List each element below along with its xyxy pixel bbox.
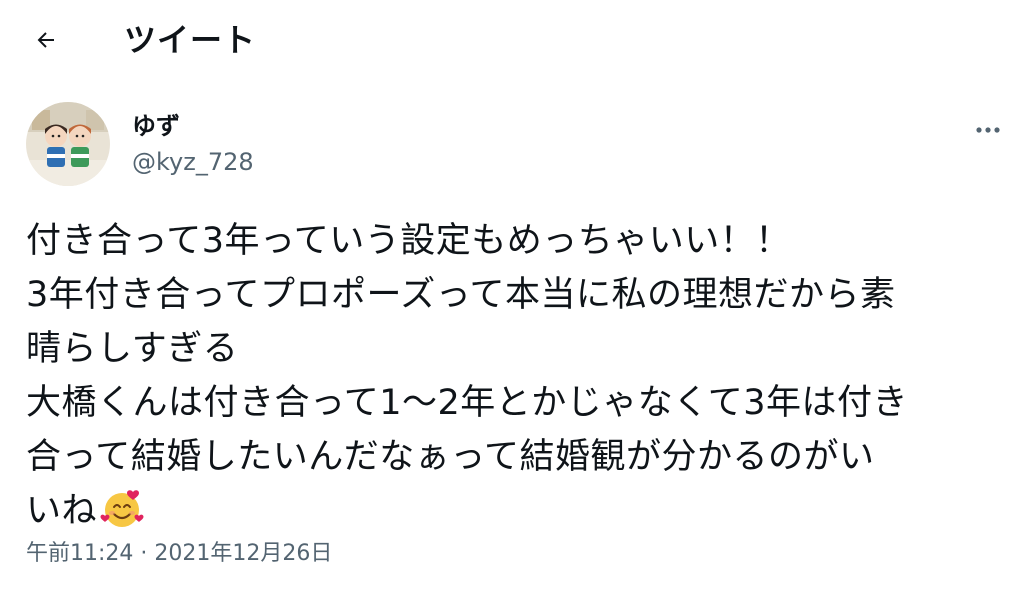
tweet-line-last: いね: [26, 484, 1006, 538]
tweet-detail-page: ツイート ゆず @kyz_728 付き合って3年っていう設定もめっちゃいい！！ …: [0, 0, 1024, 595]
avatar-image: [26, 102, 110, 186]
smiling-face-with-hearts-icon: [100, 490, 144, 527]
author-handle[interactable]: @kyz_728: [132, 146, 254, 178]
more-dots-icon: [976, 127, 1000, 133]
author-display-name[interactable]: ゆず: [132, 110, 180, 142]
timestamp-separator: ·: [140, 541, 148, 566]
more-options-button[interactable]: [968, 116, 1008, 144]
tweet-line: 晴らしすぎる: [26, 329, 239, 369]
arrow-left-icon: [37, 32, 54, 48]
tweet-timestamp: 午前11:24 · 2021年12月26日: [26, 538, 332, 570]
tweet-line: 合って結婚したいんだなぁって結婚観が分かるのがい: [26, 437, 875, 477]
tweet-text: 付き合って3年っていう設定もめっちゃいい！！ 3年付き合ってプロポーズって本当に…: [26, 214, 1006, 538]
tweet-line: いね: [26, 491, 98, 531]
tweet-line: 付き合って3年っていう設定もめっちゃいい！！: [26, 221, 791, 261]
top-bar: ツイート: [0, 0, 1024, 80]
tweet-line: 大橋くんは付き合って1〜2年とかじゃなくて3年は付き: [26, 383, 909, 423]
tweet-line: 3年付き合ってプロポーズって本当に私の理想だから素: [26, 275, 896, 315]
avatar[interactable]: [26, 102, 110, 186]
tweet-time[interactable]: 午前11:24: [26, 541, 133, 566]
page-title: ツイート: [124, 21, 257, 59]
tweet-date[interactable]: 2021年12月26日: [154, 541, 332, 566]
back-button[interactable]: [24, 18, 68, 62]
